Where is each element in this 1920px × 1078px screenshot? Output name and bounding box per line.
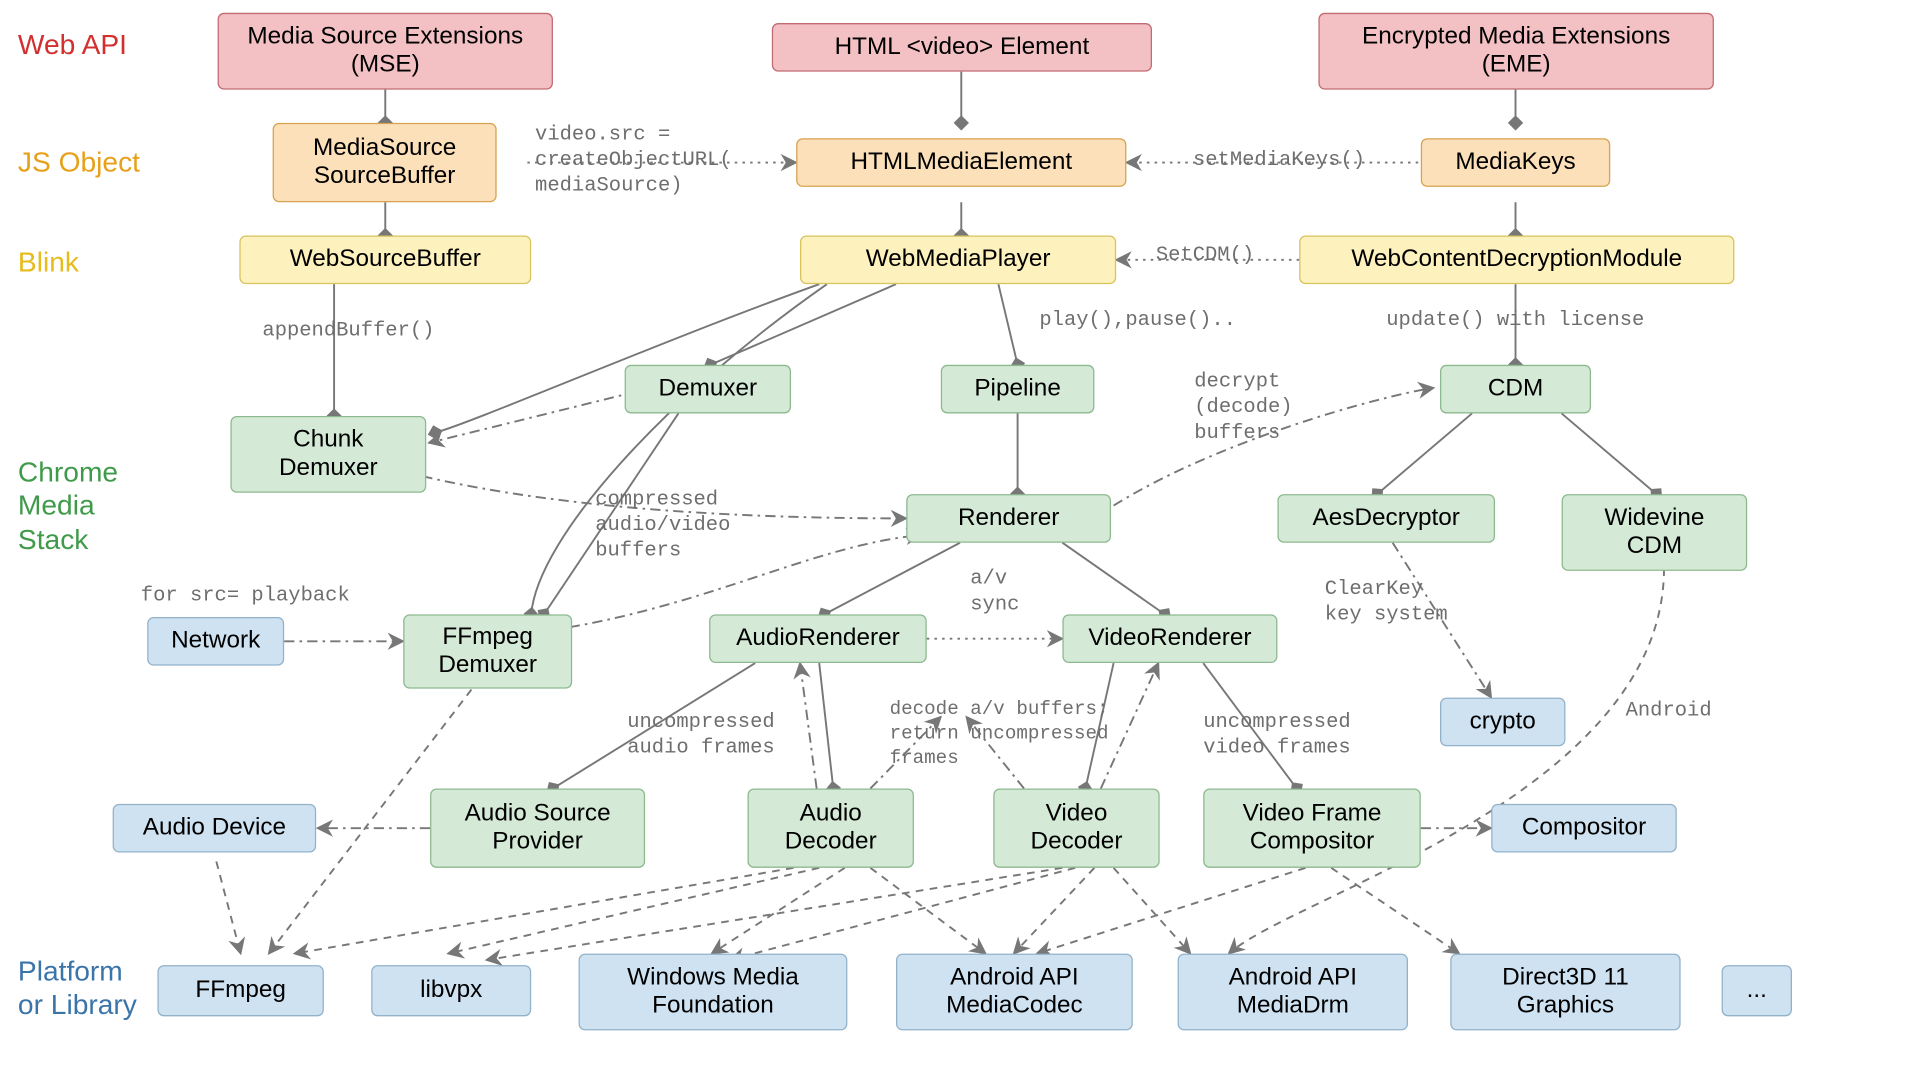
box-mse: Media Source Extensions (MSE) bbox=[218, 13, 553, 90]
box-network: Network bbox=[147, 617, 284, 666]
edge-uncompressed-audio: uncompressed audio frames bbox=[627, 709, 774, 760]
box-mediasource: MediaSource SourceBuffer bbox=[273, 123, 497, 202]
box-webmediaplayer: WebMediaPlayer bbox=[800, 236, 1116, 285]
box-video-element: HTML <video> Element bbox=[772, 23, 1152, 72]
edge-compressed-buffers: compressed audio/video buffers bbox=[595, 486, 730, 563]
edge-clearkey: ClearKey key system bbox=[1325, 576, 1448, 627]
edge-uncompressed-video: uncompressed video frames bbox=[1203, 709, 1350, 760]
edge-av-sync: a/v sync bbox=[970, 566, 1019, 617]
edge-decrypt-buffers: decrypt (decode) buffers bbox=[1194, 369, 1292, 446]
row-label-chrome: Chrome Media Stack bbox=[18, 456, 118, 557]
box-videorenderer: VideoRenderer bbox=[1062, 614, 1277, 663]
box-more-platforms: ... bbox=[1722, 965, 1792, 1016]
box-d3d11: Direct3D 11 Graphics bbox=[1450, 954, 1680, 1031]
box-htmlmediaelement: HTMLMediaElement bbox=[796, 138, 1126, 187]
box-chunkdemuxer: Chunk Demuxer bbox=[230, 416, 426, 493]
box-android-mediadrm: Android API MediaDrm bbox=[1178, 954, 1408, 1031]
box-ffmpegdemuxer: FFmpeg Demuxer bbox=[403, 614, 572, 688]
edge-update-license: update() with license bbox=[1386, 307, 1644, 333]
box-widevine: Widevine CDM bbox=[1562, 494, 1748, 571]
box-wcd: WebContentDecryptionModule bbox=[1299, 236, 1734, 285]
box-libvpx: libvpx bbox=[371, 965, 531, 1016]
box-audiodecoder: Audio Decoder bbox=[748, 788, 914, 867]
edge-video-src: video.src = createObjectURL( mediaSource… bbox=[535, 122, 732, 199]
edge-setcdm: SetCDM() bbox=[1156, 242, 1254, 268]
edge-for-src-playback: for src= playback bbox=[141, 582, 350, 608]
box-demuxer: Demuxer bbox=[625, 365, 791, 414]
box-compositor: Compositor bbox=[1491, 804, 1677, 853]
box-videoframecompositor: Video Frame Compositor bbox=[1203, 788, 1421, 867]
box-audiodevice: Audio Device bbox=[113, 804, 317, 853]
edge-android: Android bbox=[1626, 698, 1712, 724]
edge-appendbuffer: appendBuffer() bbox=[262, 317, 434, 343]
box-videodecoder: Video Decoder bbox=[993, 788, 1159, 867]
edge-decode-buffers: decode a/v buffers; return uncompressed … bbox=[890, 699, 1109, 771]
box-eme: Encrypted Media Extensions (EME) bbox=[1318, 13, 1714, 90]
box-audiorenderer: AudioRenderer bbox=[709, 614, 927, 663]
box-renderer: Renderer bbox=[906, 494, 1111, 543]
row-label-jsobj: JS Object bbox=[18, 146, 140, 180]
box-cdm: CDM bbox=[1440, 365, 1591, 414]
box-android-mediacodec: Android API MediaCodec bbox=[896, 954, 1133, 1031]
box-wmf: Windows Media Foundation bbox=[579, 954, 848, 1031]
box-ffmpeg: FFmpeg bbox=[157, 965, 323, 1016]
box-aesdecryptor: AesDecryptor bbox=[1277, 494, 1495, 543]
box-websourcebuffer: WebSourceBuffer bbox=[239, 236, 531, 285]
box-mediakeys: MediaKeys bbox=[1421, 138, 1610, 187]
row-label-platform: Platform or Library bbox=[18, 955, 137, 1023]
edge-play-pause: play(),pause().. bbox=[1039, 307, 1236, 333]
box-audiosourceprovider: Audio Source Provider bbox=[430, 788, 645, 867]
box-pipeline: Pipeline bbox=[941, 365, 1095, 414]
row-label-blink: Blink bbox=[18, 246, 79, 280]
box-crypto: crypto bbox=[1440, 698, 1565, 747]
row-label-webapi: Web API bbox=[18, 28, 127, 62]
edge-setmediakeys: setMediaKeys() bbox=[1193, 147, 1365, 173]
